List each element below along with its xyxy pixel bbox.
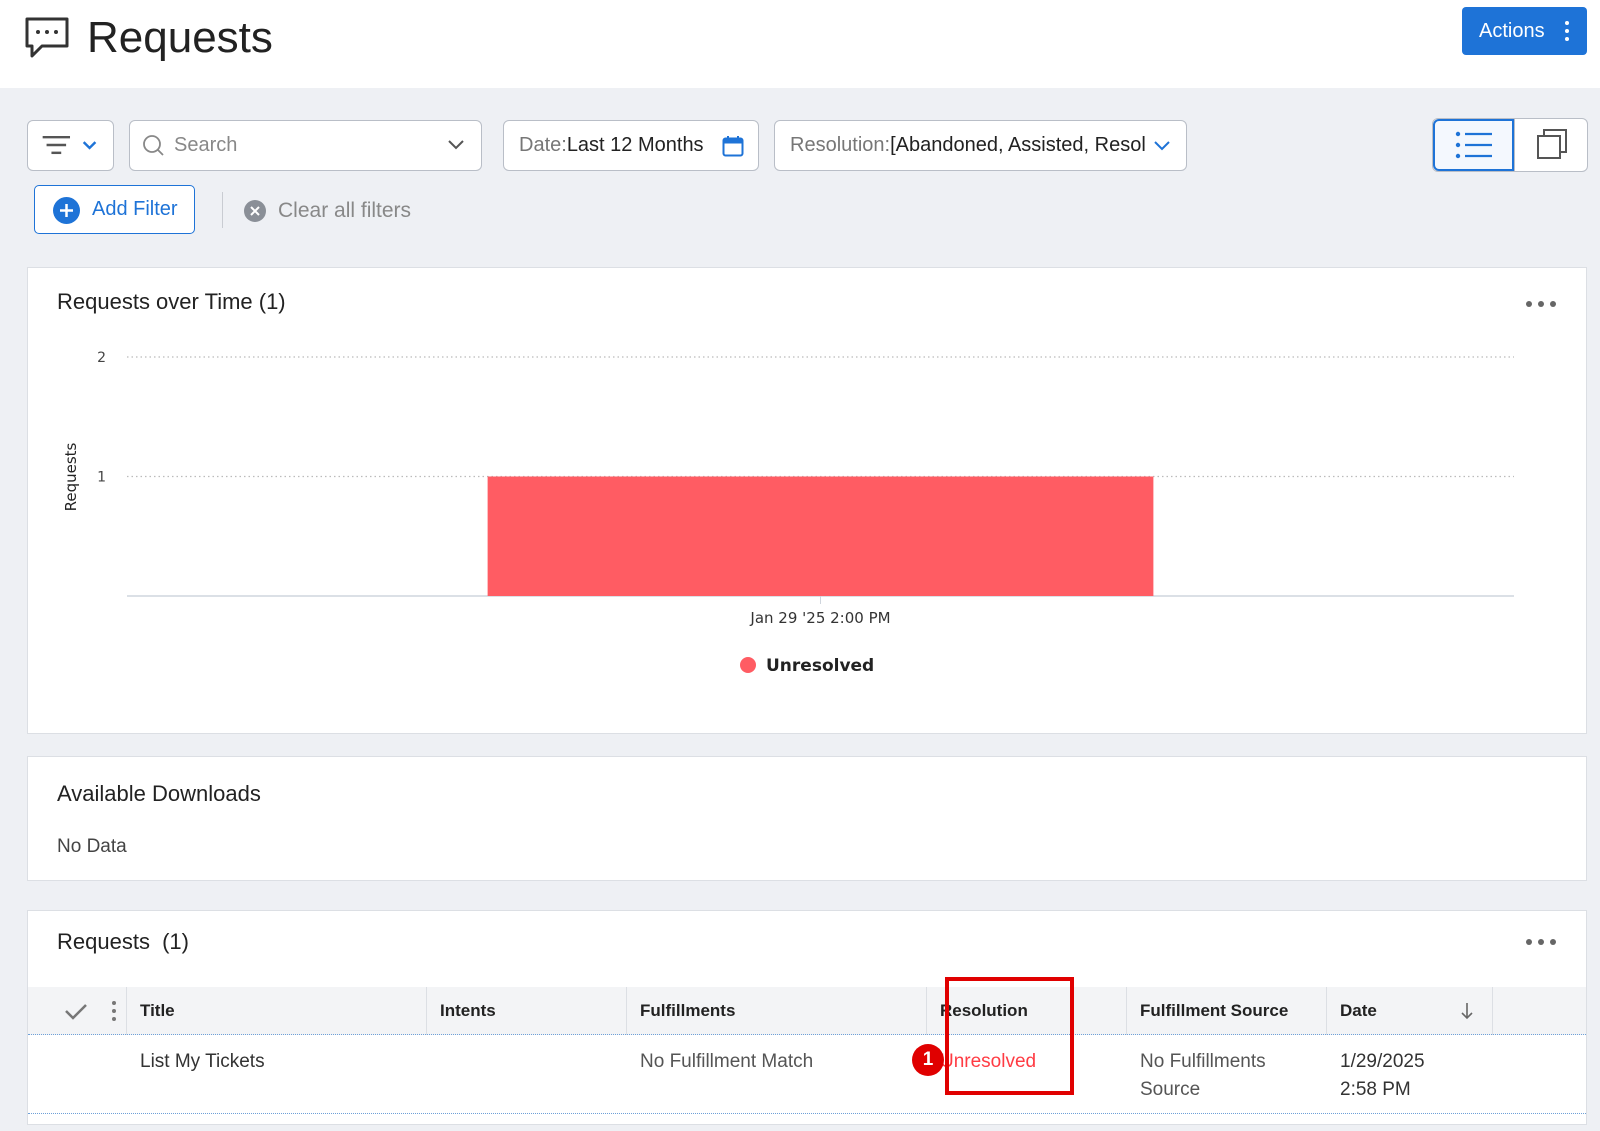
requests-over-time-panel: Requests over Time (1) 1 2 Requests Jan 29 …	[27, 267, 1587, 734]
y-tick-label: 2	[97, 350, 106, 366]
more-options-icon[interactable]	[1526, 939, 1556, 947]
resolution-filter-label: Resolution:	[790, 134, 891, 156]
list-view-button[interactable]	[1433, 119, 1514, 171]
cell-fulfillment-source: No Fulfillments Source	[1140, 1048, 1266, 1104]
resolution-filter-value: [Abandoned, Assisted, Resol	[890, 134, 1145, 156]
kebab-icon	[1565, 21, 1569, 41]
list-icon	[1455, 131, 1492, 159]
fulfillment-source-line-2: Source	[1140, 1079, 1201, 1100]
search-input[interactable]: Search	[129, 120, 482, 171]
column-header-intents[interactable]: Intents	[427, 987, 627, 1035]
column-header-date[interactable]: Date	[1327, 987, 1493, 1035]
actions-button[interactable]: Actions	[1462, 7, 1587, 55]
x-tick-label: Jan 29 '25 2:00 PM	[749, 609, 890, 627]
page-title: Requests	[87, 13, 273, 62]
add-filter-label: Add Filter	[92, 198, 178, 220]
view-toggle	[1432, 118, 1588, 172]
table-row[interactable]: List My Tickets No Fulfillment Match Unr…	[28, 1036, 1586, 1114]
chevron-down-icon	[1154, 141, 1170, 151]
column-header-fulfillment-source[interactable]: Fulfillment Source	[1127, 987, 1327, 1035]
clear-all-filters-label: Clear all filters	[278, 199, 412, 222]
arrow-down-icon	[1461, 1003, 1473, 1020]
requests-title-text: Requests	[57, 929, 150, 954]
column-header-fulfillments[interactable]: Fulfillments	[627, 987, 927, 1035]
resolution-highlight-box	[945, 977, 1074, 1095]
requests-chart: 1 2 Requests Jan 29 '25 2:00 PM Unresolved	[62, 350, 1514, 676]
search-icon	[143, 135, 164, 156]
date-line-1: 1/29/2025	[1340, 1051, 1425, 1072]
annotation-badge: 1	[912, 1044, 944, 1076]
requests-table-title: Requests (1)	[57, 929, 189, 955]
legend-label: Unresolved	[766, 656, 874, 676]
requests-count: (1)	[162, 929, 189, 954]
bar	[487, 476, 1154, 596]
cell-fulfillments: No Fulfillment Match	[640, 1051, 814, 1072]
divider	[222, 192, 223, 228]
search-placeholder: Search	[174, 134, 238, 156]
close-circle-icon	[244, 200, 266, 222]
column-options-icon[interactable]	[101, 987, 127, 1035]
filter-dropdown-button[interactable]	[27, 120, 114, 171]
date-filter[interactable]: Date: Last 12 Months	[503, 120, 759, 171]
fulfillment-source-line-1: No Fulfillments	[1140, 1051, 1266, 1072]
calendar-icon	[722, 136, 744, 157]
card-view-button[interactable]	[1514, 119, 1588, 171]
date-filter-label: Date:	[519, 134, 567, 156]
date-line-2: 2:58 PM	[1340, 1079, 1411, 1100]
copy-icon	[1537, 129, 1567, 159]
chat-bubble-icon	[25, 17, 69, 58]
legend-marker	[740, 657, 756, 673]
table-header: Title Intents Fulfillments Resolution Fu…	[28, 987, 1586, 1035]
y-axis-label: Requests	[62, 442, 80, 511]
downloads-title: Available Downloads	[57, 781, 261, 806]
no-data-text: No Data	[57, 836, 127, 857]
filter-icon	[42, 135, 97, 155]
clear-all-filters-button[interactable]: Clear all filters	[244, 196, 411, 226]
cell-date: 1/29/2025 2:58 PM	[1340, 1048, 1425, 1104]
add-filter-button[interactable]: Add Filter	[34, 185, 195, 234]
chevron-down-icon	[448, 140, 464, 150]
requests-table-panel: Requests (1) Title Intents Fulfillments …	[27, 910, 1587, 1125]
column-header-title[interactable]: Title	[127, 987, 427, 1035]
cell-title[interactable]: List My Tickets	[140, 1048, 265, 1076]
date-column-label: Date	[1340, 1001, 1377, 1020]
page-header: Requests Actions	[0, 0, 1600, 88]
plus-circle-icon	[53, 197, 80, 224]
date-filter-value: Last 12 Months	[566, 134, 704, 156]
actions-label: Actions	[1479, 19, 1545, 42]
available-downloads-panel: Available Downloads No Data	[27, 756, 1587, 881]
y-tick-label: 1	[97, 470, 106, 486]
resolution-filter[interactable]: Resolution:[Abandoned, Assisted, Resol	[774, 120, 1187, 171]
